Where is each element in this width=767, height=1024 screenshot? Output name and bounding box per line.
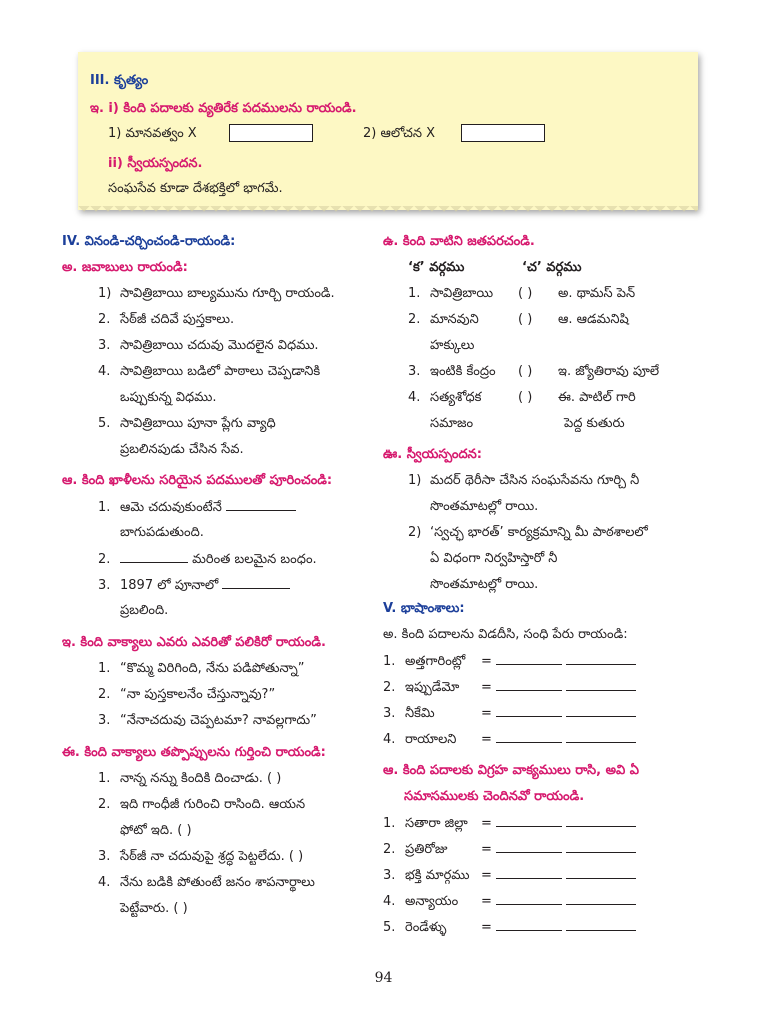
list-item: 3. సావిత్రిబాయి చదువు మొదలైన విధము.	[98, 338, 319, 353]
fill-blank[interactable]	[225, 498, 296, 511]
fill-blank[interactable]	[496, 730, 563, 743]
sandhi-row: 2. ఇప్పుడేమో =	[383, 678, 637, 697]
fill-blank[interactable]	[566, 814, 637, 827]
page-number: 94	[374, 970, 393, 986]
samasa-row: 4. అన్యాయం =	[383, 892, 637, 911]
fill-blank[interactable]	[496, 704, 563, 717]
section-u-heading: ఉ. కింది వాటిని జతపరచండి.	[383, 234, 535, 249]
answer-box-2[interactable]	[461, 124, 545, 142]
list-item: 1. ఆమె చదువుకుంటేనే	[98, 498, 296, 517]
fill-blank[interactable]	[566, 892, 637, 905]
list-item: ప్రబలినపుడు చేసిన సేవ.	[120, 442, 244, 457]
list-item: బాగుపడుతుంది.	[120, 525, 204, 540]
fill-blank[interactable]	[496, 652, 563, 665]
list-item: 2. సేఠ్‌జీ చదివే పుస్తకాలు.	[98, 312, 235, 327]
list-item: 1) సావిత్రిబాయి బాల్యమును గూర్చి రాయండి.	[98, 286, 335, 301]
list-item: ఫోటో ఇది. ( )	[120, 823, 192, 838]
section-i-heading: ఇ. కింది వాక్యాలు ఎవరు ఎవరితో పలికిరో రా…	[62, 635, 326, 650]
match-option: పెద్ద కుతురు	[564, 416, 625, 431]
samasa-row: 5. రెండేళ్ళు =	[383, 918, 637, 937]
match-option: అ. థామస్ పెన్	[558, 286, 636, 301]
list-item: 2. మరింత బలమైన బంధం.	[98, 550, 317, 567]
list-item: పెట్టేవారు. ( )	[120, 901, 188, 916]
fill-blank[interactable]	[496, 840, 563, 853]
column-cha-header: ‘చ’ వర్గము	[522, 260, 582, 275]
list-item: 2. ఇది గాంధీజీ గురించి రాసింది. ఆయన	[98, 797, 306, 812]
fill-blank[interactable]	[222, 576, 291, 589]
list-item: 2) ‘స్వచ్ఛ భారత్’ కార్యక్రమాన్ని మీ పాఠశా…	[408, 525, 648, 540]
match-row: 4. సత్యశోధక	[408, 390, 482, 405]
list-item: 2. “నా పుస్తకాలనేం చేస్తున్నావు?”	[98, 687, 276, 702]
list-item: సొంతమాటల్లో రాయి.	[430, 577, 539, 592]
match-blank[interactable]: ( )	[518, 311, 532, 329]
box-heading: III. కృత్యం	[90, 73, 149, 88]
fill-blank[interactable]	[566, 730, 637, 743]
fill-blank[interactable]	[496, 814, 563, 827]
match-blank[interactable]: ( )	[518, 363, 532, 381]
list-item: 5. సావిత్రిబాయి పూనా ప్లేగు వ్యాధి	[98, 416, 276, 431]
match-option: ఆ. ఆడమనిషి	[558, 312, 629, 327]
list-item: 4. నేను బడికి పోతుంటే జనం శాపనార్థాలు	[98, 875, 315, 890]
list-item: ప్రబలింది.	[120, 603, 169, 618]
fill-blank[interactable]	[496, 918, 563, 931]
fill-blank[interactable]	[566, 678, 637, 691]
list-item: ఏ విధంగా నిర్వహిస్తారో నీ	[430, 551, 558, 566]
section-v-aa-heading: ఆ. కింది పదాలకు విగ్రహ వాక్యములు రాసి, అ…	[383, 763, 639, 778]
box-question-2-text: సంఘసేవ కూడా దేశభక్తిలో భాగమే.	[108, 181, 283, 196]
sandhi-row: 3. నీకేమి =	[383, 704, 637, 723]
fill-blank[interactable]	[566, 840, 637, 853]
box-item-1: 1) మానవత్వం X	[108, 126, 197, 141]
section-ii-heading: ఈ. కింది వాక్యాలు తప్పొప్పులను గుర్తించి…	[62, 745, 326, 760]
match-row: 3. ఇంటికి కేంద్రం	[408, 364, 496, 379]
list-item: 3. సేఠ్‌జీ నా చదువుపై శ్రద్ధ పెట్టలేదు. (…	[98, 849, 304, 864]
match-blank[interactable]: ( )	[518, 389, 532, 407]
fill-blank[interactable]	[496, 892, 563, 905]
match-option: ఈ. పాటిల్ గారి	[558, 390, 636, 405]
box-question-2: ii) స్వీయస్పందన.	[108, 156, 203, 171]
section-v-aa-heading-2: సమాసములకు చెందినవో రాయండి.	[404, 789, 585, 804]
sandhi-row: 1. అత్తగారింట్లో =	[383, 652, 637, 671]
box-question-1: ఇ. i) కింది పదాలకు వ్యతిరేక పదములను రాయం…	[90, 101, 357, 116]
list-item: సొంతమాటల్లో రాయి.	[430, 499, 539, 514]
column-ka-header: ‘క’ వర్గము	[408, 260, 465, 275]
fill-blank[interactable]	[120, 550, 188, 563]
sandhi-row: 4. రాయాలని =	[383, 730, 637, 749]
samasa-row: 3. భక్తి మార్గము =	[383, 866, 637, 885]
match-row: హక్కులు	[430, 338, 475, 353]
match-option: ఇ. జ్యోతిరావు పూలే	[558, 364, 660, 379]
list-item: 1. నాన్న నన్ను కిందికి దించాడు. ( )	[98, 771, 282, 786]
fill-blank[interactable]	[496, 678, 563, 691]
list-item: ఒప్పుకున్న విధము.	[120, 390, 217, 405]
list-item: 3. 1897 లో పూనాలో	[98, 576, 291, 595]
match-blank[interactable]: ( )	[518, 285, 532, 303]
answer-box-1[interactable]	[229, 124, 313, 142]
section-a-heading: అ. జవాబులు రాయండి:	[62, 260, 188, 275]
fill-blank[interactable]	[566, 866, 637, 879]
section-4-heading: IV. వినండి-చర్చించండి-రాయండి:	[62, 234, 236, 249]
match-row: 1. సావిత్రిబాయి	[408, 286, 494, 301]
fill-blank[interactable]	[566, 652, 637, 665]
match-row: 2. మానవుని	[408, 312, 479, 327]
section-v-a-heading: అ. కింది పదాలను విడదీసి, సంధి పేరు రాయండ…	[383, 627, 628, 642]
section-5-heading: V. భాషాంశాలు:	[383, 601, 465, 616]
section-aa-heading: ఆ. కింది ఖాళీలను సరియైన పదములతో పూరించండ…	[62, 473, 333, 488]
list-item: 4. సావిత్రిబాయి బడిలో పాఠాలు చెప్పడానికి	[98, 364, 321, 379]
fill-blank[interactable]	[496, 866, 563, 879]
samasa-row: 2. ప్రతిరోజు =	[383, 840, 637, 859]
fill-blank[interactable]	[566, 704, 637, 717]
section-uu-heading: ఊ. స్వీయస్పందన:	[383, 447, 482, 462]
list-item: 3. “నేనాచదువు చెప్పటమా? నావల్లగాదు”	[98, 713, 317, 728]
box-item-2: 2) ఆలోచన X	[363, 126, 435, 141]
samasa-row: 1. సతారా జిల్లా =	[383, 814, 637, 833]
match-row: సమాజం	[430, 416, 474, 431]
list-item: 1) మదర్ థెరీసా చేసిన సంఘసేవను గూర్చి నీ	[408, 473, 640, 488]
list-item: 1. “కొమ్మ విరిగింది, నేను పడిపోతున్నా”	[98, 661, 305, 676]
fill-blank[interactable]	[566, 918, 637, 931]
